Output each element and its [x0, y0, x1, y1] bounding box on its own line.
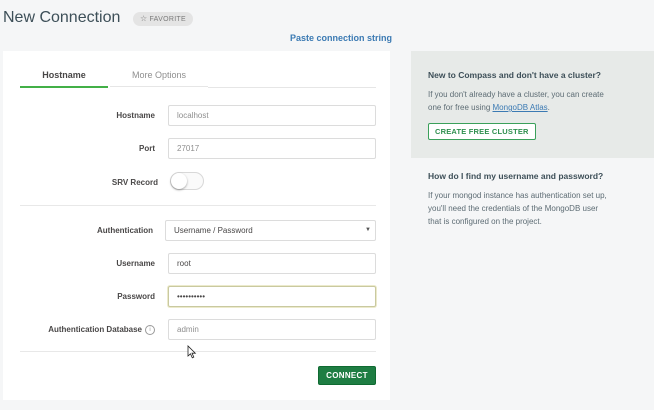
credentials-text: If your mongod instance has authenticati… — [428, 189, 607, 228]
cluster-text-line-2: one for free using — [428, 103, 491, 112]
page-title: New Connection — [3, 9, 121, 26]
paste-connection-string-link[interactable]: Paste connection string — [290, 33, 392, 43]
port-input[interactable]: 27017 — [168, 138, 376, 159]
auth-db-input[interactable]: admin — [168, 319, 376, 340]
mouse-cursor-icon — [187, 345, 197, 359]
username-label: Username — [116, 259, 155, 268]
cluster-text: If you don't already have a cluster, you… — [428, 88, 604, 114]
connect-button[interactable]: CONNECT — [318, 366, 376, 385]
hostname-label: Hostname — [116, 111, 155, 120]
caret-down-icon: ▼ — [365, 227, 371, 233]
toggle-knob — [171, 173, 187, 189]
info-icon[interactable]: i — [145, 325, 155, 335]
favorite-button[interactable]: ☆ FAVORITE — [133, 12, 193, 26]
section-divider — [20, 205, 376, 206]
star-icon: ☆ — [140, 14, 148, 23]
tab-hostname[interactable]: Hostname — [20, 70, 108, 88]
credentials-line: If your mongod instance has authenticati… — [428, 191, 607, 200]
port-label: Port — [139, 144, 155, 153]
credentials-line: that is configured on the project. — [428, 217, 542, 226]
mongodb-atlas-link[interactable]: MongoDB Atlas — [493, 103, 548, 112]
create-free-cluster-button[interactable]: CREATE FREE CLUSTER — [428, 123, 536, 140]
credentials-line: you'll need the credentials of the Mongo… — [428, 204, 599, 213]
new-cluster-panel: New to Compass and don't have a cluster?… — [411, 51, 654, 158]
srv-record-toggle[interactable] — [170, 172, 204, 190]
authentication-select[interactable]: Username / Password ▼ — [165, 220, 376, 241]
cluster-heading: New to Compass and don't have a cluster? — [428, 70, 602, 80]
favorite-label: FAVORITE — [149, 16, 186, 23]
auth-db-label-row: Authentication Database i — [5, 325, 155, 335]
username-input[interactable]: root — [168, 253, 376, 274]
authentication-value: Username / Password — [174, 226, 253, 235]
password-label: Password — [117, 292, 155, 301]
hostname-input[interactable]: localhost — [168, 105, 376, 126]
authentication-label: Authentication — [97, 226, 153, 235]
srv-record-label: SRV Record — [111, 178, 158, 187]
password-input[interactable]: •••••••••• — [168, 286, 376, 307]
footer-divider — [20, 351, 376, 352]
credentials-heading: How do I find my username and password? — [428, 171, 604, 181]
cluster-text-line-1: If you don't already have a cluster, you… — [428, 90, 604, 99]
tab-underline — [208, 87, 376, 88]
cluster-text-period: . — [547, 103, 550, 112]
tab-more-options[interactable]: More Options — [110, 70, 208, 87]
auth-db-label: Authentication Database — [48, 325, 142, 335]
